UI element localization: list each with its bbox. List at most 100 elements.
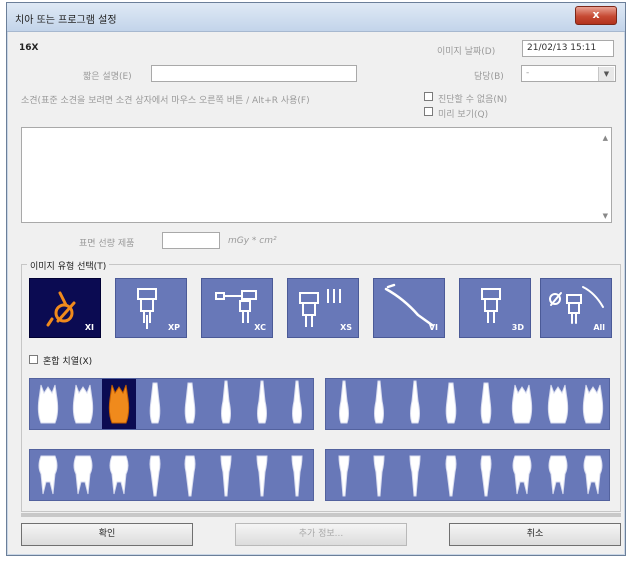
ok-button[interactable]: 확인 bbox=[21, 523, 193, 546]
image-type-xs-button[interactable]: XS bbox=[287, 278, 359, 338]
tooth-25[interactable] bbox=[469, 379, 503, 429]
image-type-code: XI bbox=[84, 323, 94, 332]
image-date-field[interactable]: 21/02/13 15:11 bbox=[522, 40, 614, 57]
tooth-icon bbox=[374, 380, 384, 424]
tooth-icon bbox=[72, 384, 94, 424]
tooth-11[interactable] bbox=[280, 379, 314, 429]
tooth-icon bbox=[149, 382, 161, 424]
tooth-icon bbox=[445, 382, 457, 424]
tooth-panel-lower-right bbox=[29, 449, 314, 501]
tooth-23[interactable] bbox=[398, 379, 432, 429]
short-desc-label: 짧은 설명(E) bbox=[83, 72, 132, 82]
title-bar: 치아 또는 프로그램 설정 x bbox=[7, 3, 625, 32]
tooth-icon bbox=[548, 455, 568, 495]
tooth-icon bbox=[512, 455, 532, 495]
tooth-48[interactable] bbox=[31, 450, 65, 500]
image-type-code: XC bbox=[254, 323, 266, 332]
image-type-xp-button[interactable]: XP bbox=[115, 278, 187, 338]
tooth-icon bbox=[373, 455, 385, 497]
owner-value: - bbox=[526, 68, 530, 78]
tooth-icon bbox=[38, 455, 58, 495]
dose-unit: mGy * cm² bbox=[228, 236, 277, 246]
tooth-26[interactable] bbox=[505, 379, 539, 429]
progress-separator bbox=[21, 513, 621, 517]
tooth-icon bbox=[291, 455, 303, 497]
tooth-14[interactable] bbox=[173, 379, 207, 429]
tooth-46[interactable] bbox=[102, 450, 136, 500]
tooth-16[interactable] bbox=[102, 379, 136, 429]
image-type-xi-button[interactable]: XI bbox=[29, 278, 101, 338]
tooth-42[interactable] bbox=[245, 450, 279, 500]
close-button[interactable]: x bbox=[575, 6, 617, 25]
tooth-37[interactable] bbox=[541, 450, 575, 500]
tooth-18[interactable] bbox=[31, 379, 65, 429]
tooth-12[interactable] bbox=[245, 379, 279, 429]
owner-combobox[interactable]: - ▼ bbox=[521, 65, 616, 82]
image-type-code: All bbox=[593, 323, 605, 332]
tooth-icon bbox=[108, 384, 130, 424]
tooth-22[interactable] bbox=[362, 379, 396, 429]
settings-dialog: 치아 또는 프로그램 설정 x 16X 이미지 날짜(D) 21/02/13 1… bbox=[6, 2, 626, 556]
preview-checkbox[interactable] bbox=[424, 107, 433, 116]
tooth-38[interactable] bbox=[576, 450, 610, 500]
image-type-3d-button[interactable]: 3D bbox=[459, 278, 531, 338]
tooth-32[interactable] bbox=[362, 450, 396, 500]
no-diagnosis-checkbox[interactable] bbox=[424, 92, 433, 101]
tooth-28[interactable] bbox=[576, 379, 610, 429]
image-type-all-button[interactable]: All bbox=[540, 278, 612, 338]
no-diagnosis-label: 진단할 수 없음(N) bbox=[438, 95, 508, 105]
tooth-35[interactable] bbox=[469, 450, 503, 500]
tooth-47[interactable] bbox=[66, 450, 100, 500]
tooth-44[interactable] bbox=[173, 450, 207, 500]
dose-input[interactable] bbox=[162, 232, 220, 249]
tooth-icon bbox=[409, 455, 421, 497]
image-id-label: 16X bbox=[19, 43, 39, 53]
cancel-button[interactable]: 취소 bbox=[449, 523, 621, 546]
tooth-41[interactable] bbox=[280, 450, 314, 500]
tooth-icon bbox=[547, 384, 569, 424]
tooth-panel-upper-left bbox=[325, 378, 610, 430]
short-desc-input[interactable] bbox=[151, 65, 357, 82]
dose-label: 표면 선량 제품 bbox=[79, 239, 135, 249]
tooth-31[interactable] bbox=[327, 450, 361, 500]
tooth-icon bbox=[220, 455, 232, 497]
tooth-36[interactable] bbox=[505, 450, 539, 500]
image-type-code: 3D bbox=[511, 323, 524, 332]
tooth-34[interactable] bbox=[434, 450, 468, 500]
tooth-33[interactable] bbox=[398, 450, 432, 500]
tooth-icon bbox=[480, 455, 492, 497]
tooth-icon bbox=[583, 455, 603, 495]
note-label: 소견(표준 소견을 보려면 소견 상자에서 마우스 오른쪽 버튼 / Alt+R… bbox=[21, 96, 310, 106]
scroll-up-icon[interactable]: ▲ bbox=[603, 134, 608, 142]
mixed-dentition-checkbox[interactable] bbox=[29, 355, 38, 364]
tooth-icon bbox=[511, 384, 533, 424]
scroll-down-icon[interactable]: ▼ bbox=[603, 212, 608, 220]
image-type-code: VI bbox=[428, 323, 438, 332]
tooth-17[interactable] bbox=[66, 379, 100, 429]
tooth-21[interactable] bbox=[327, 379, 361, 429]
notes-textarea[interactable]: ▲ ▼ bbox=[21, 127, 612, 223]
tooth-icon bbox=[257, 380, 267, 424]
image-type-vi-button[interactable]: VI bbox=[373, 278, 445, 338]
window-title: 치아 또는 프로그램 설정 bbox=[15, 15, 117, 26]
tooth-icon bbox=[221, 380, 231, 424]
tooth-45[interactable] bbox=[138, 450, 172, 500]
tooth-panel-upper-right bbox=[29, 378, 314, 430]
tooth-icon bbox=[256, 455, 268, 497]
tooth-icon bbox=[73, 455, 93, 495]
tooth-icon bbox=[339, 380, 349, 424]
mixed-dentition-label: 혼합 치열(X) bbox=[43, 357, 93, 367]
tooth-15[interactable] bbox=[138, 379, 172, 429]
owner-label: 담당(B) bbox=[474, 72, 504, 82]
tooth-24[interactable] bbox=[434, 379, 468, 429]
tooth-27[interactable] bbox=[541, 379, 575, 429]
tooth-43[interactable] bbox=[209, 450, 243, 500]
chevron-down-icon[interactable]: ▼ bbox=[598, 67, 614, 81]
tooth-icon bbox=[292, 380, 302, 424]
tooth-icon bbox=[582, 384, 604, 424]
more-info-button[interactable]: 추가 정보... bbox=[235, 523, 407, 546]
tooth-13[interactable] bbox=[209, 379, 243, 429]
image-type-xc-button[interactable]: XC bbox=[201, 278, 273, 338]
tooth-icon bbox=[480, 382, 492, 424]
image-type-code: XS bbox=[340, 323, 352, 332]
